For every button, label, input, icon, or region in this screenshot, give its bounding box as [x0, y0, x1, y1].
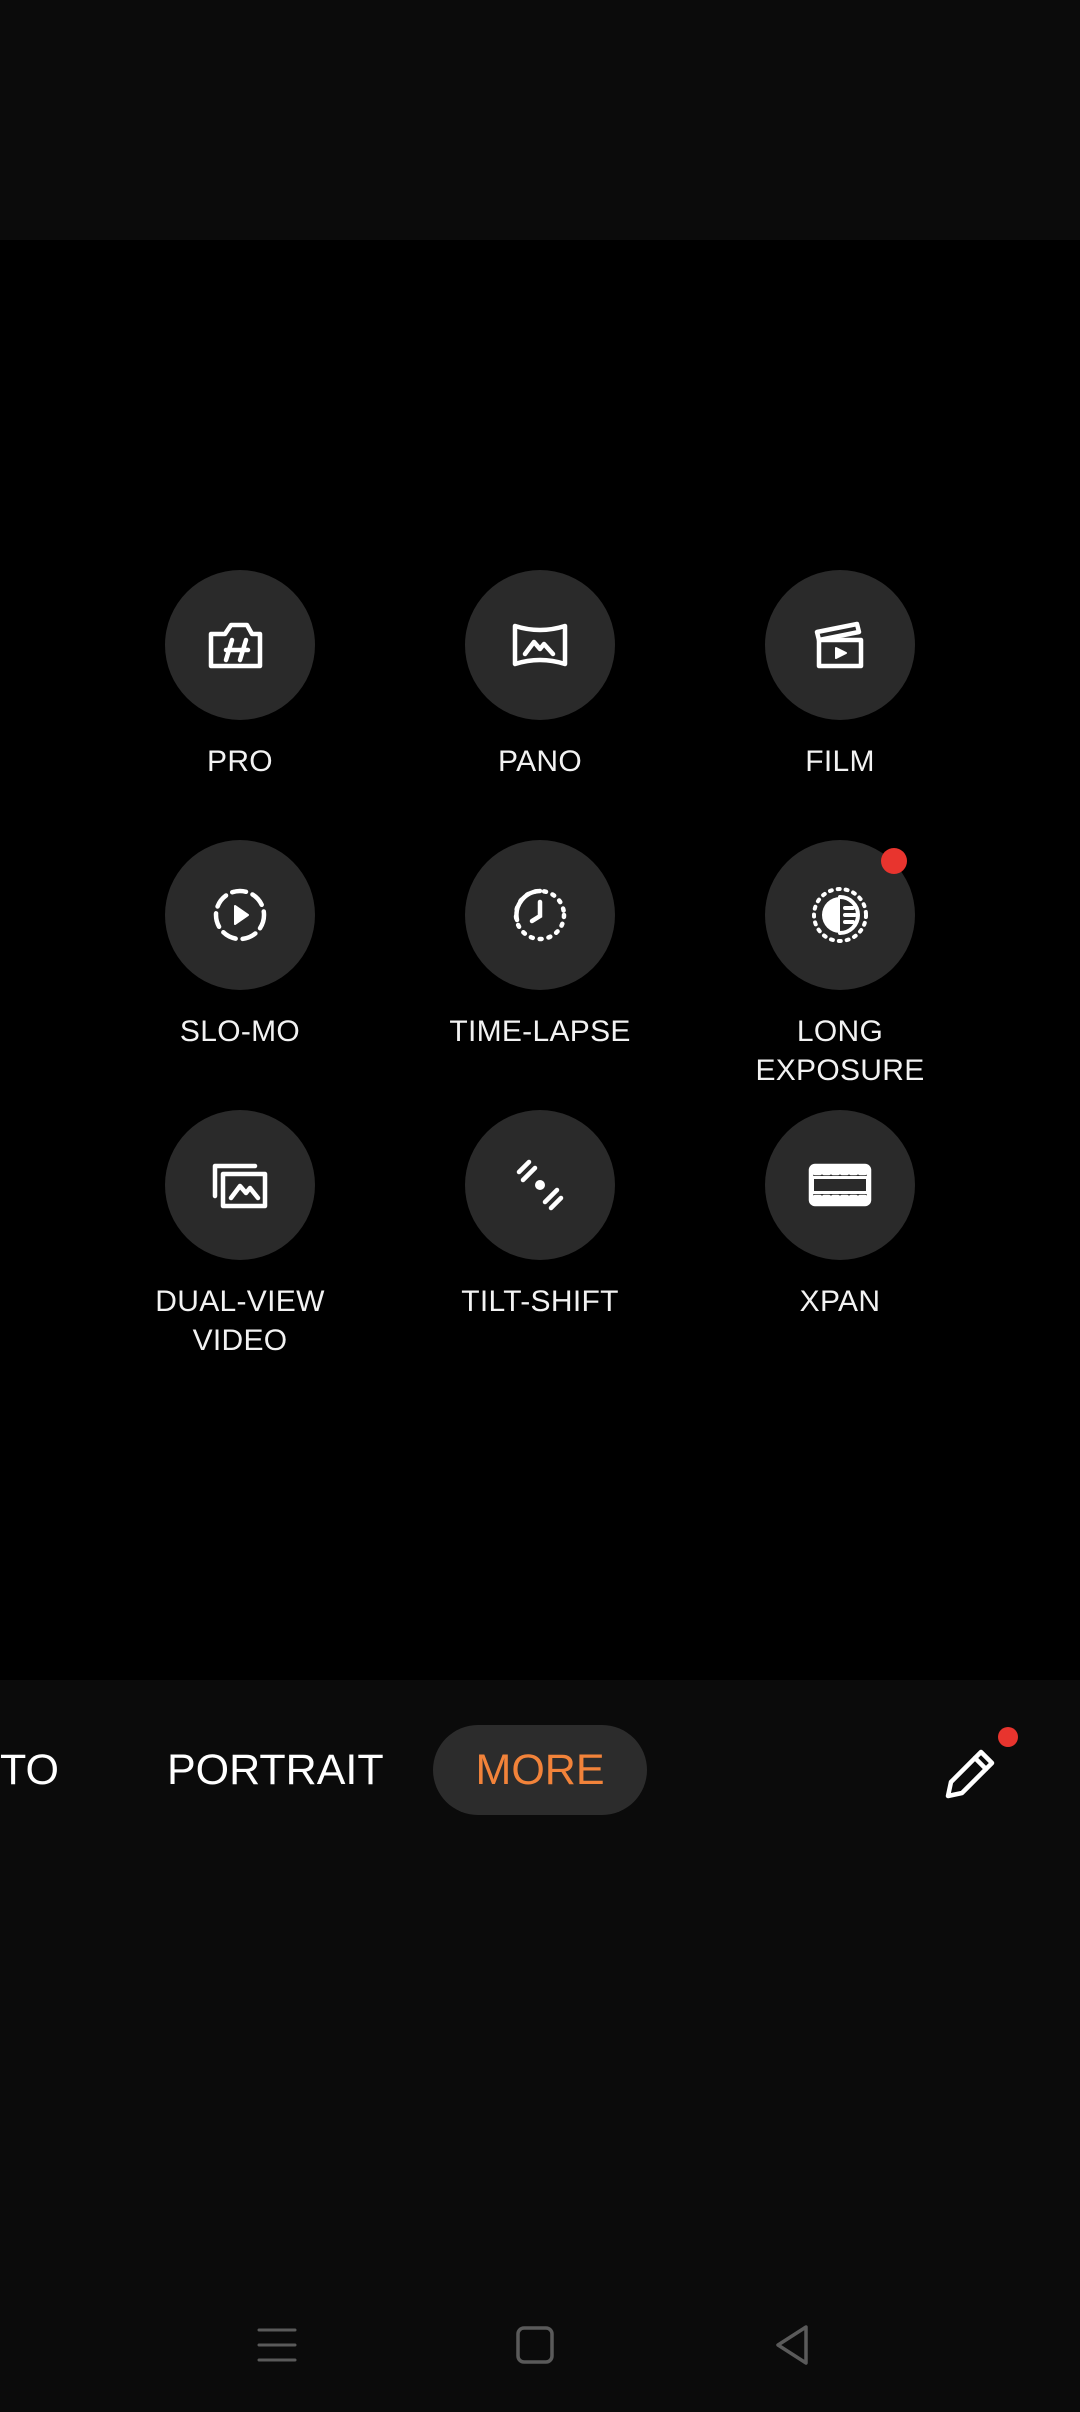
menu-lines-icon[interactable] — [250, 2318, 304, 2372]
mode-time-lapse-button[interactable] — [465, 840, 615, 990]
mode-pro-button[interactable] — [165, 570, 315, 720]
mode-long-exposure-button[interactable] — [765, 840, 915, 990]
mode-tab-more[interactable]: MORE — [433, 1725, 647, 1815]
mode-xpan[interactable]: XPAN — [710, 1110, 970, 1321]
new-badge-dot — [998, 1727, 1018, 1747]
mode-pano-button[interactable] — [465, 570, 615, 720]
mode-xpan-button[interactable] — [765, 1110, 915, 1260]
mode-label: TIME-LAPSE — [449, 1015, 631, 1048]
mode-pro[interactable]: PRO — [110, 570, 370, 781]
mode-dual-view-video-button[interactable] — [165, 1110, 315, 1260]
edit-modes-button[interactable] — [936, 1727, 1018, 1808]
dual-view-icon — [212, 1163, 268, 1209]
xpan-film-icon — [808, 1163, 872, 1207]
new-badge-dot — [881, 848, 907, 874]
mode-dual-view-video[interactable]: DUAL-VIEW VIDEO — [110, 1110, 370, 1360]
status-area — [0, 0, 1080, 240]
mode-label: FILM — [805, 745, 875, 778]
mode-label: TILT-SHIFT — [461, 1285, 619, 1318]
mode-film-button[interactable] — [765, 570, 915, 720]
hasselblad-camera-icon — [208, 622, 263, 669]
mode-label: SLO-MO — [179, 1015, 301, 1048]
mode-label: LONG EXPOSURE — [755, 1015, 925, 1087]
mode-label: PRO — [207, 745, 273, 778]
square-home-icon[interactable] — [508, 2318, 562, 2372]
mode-tilt-shift-button[interactable] — [465, 1110, 615, 1260]
mode-slo-mo[interactable]: SLO-MO — [110, 840, 370, 1051]
mode-time-lapse[interactable]: TIME-LAPSE — [410, 840, 670, 1051]
panorama-icon — [512, 623, 568, 667]
mode-slo-mo-button[interactable] — [165, 840, 315, 990]
mode-tab-photo[interactable]: TO — [0, 1725, 59, 1815]
mode-label: XPAN — [799, 1285, 881, 1318]
clapperboard-icon — [814, 621, 864, 669]
triangle-back-icon[interactable] — [766, 2318, 820, 2372]
mode-film[interactable]: FILM — [710, 570, 970, 781]
long-exposure-icon — [812, 887, 868, 943]
mode-long-exposure[interactable]: LONG EXPOSURE — [710, 840, 970, 1090]
mode-label: PANO — [498, 745, 582, 778]
mode-label: DUAL-VIEW VIDEO — [155, 1285, 325, 1357]
system-navigation-bar — [0, 2290, 1080, 2400]
slow-motion-icon — [213, 888, 267, 942]
pencil-icon — [945, 1749, 995, 1799]
mode-tab-portrait[interactable]: PORTRAIT — [167, 1725, 384, 1815]
mode-pano[interactable]: PANO — [410, 570, 670, 781]
time-lapse-icon — [513, 888, 567, 942]
tilt-shift-icon — [516, 1159, 564, 1211]
mode-tilt-shift[interactable]: TILT-SHIFT — [410, 1110, 670, 1321]
